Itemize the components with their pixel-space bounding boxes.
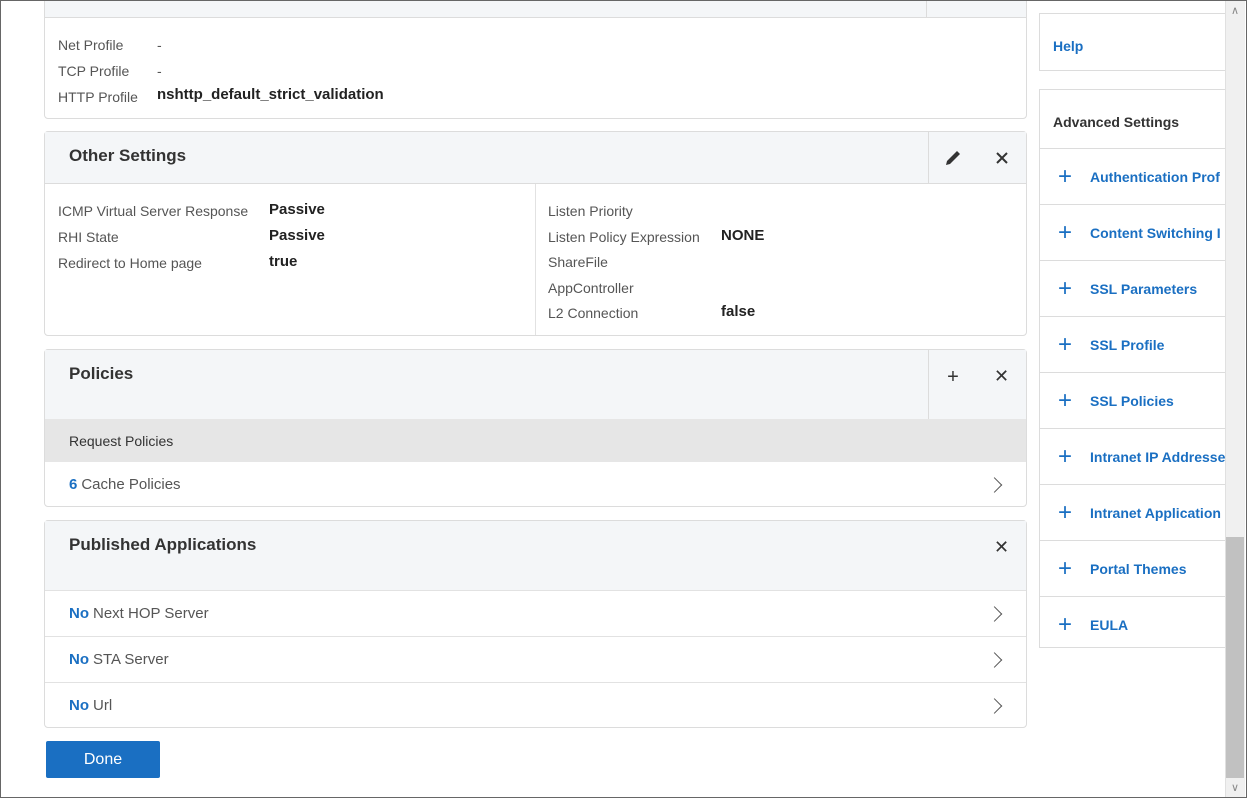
listen-priority-label: Listen Priority — [548, 203, 633, 219]
net-profile-value: - — [157, 37, 162, 53]
published-applications-panel: Published Applications ✕ No Next HOP Ser… — [44, 520, 1027, 728]
tcp-profile-label: TCP Profile — [58, 63, 130, 79]
profiles-panel-header — [45, 0, 1026, 18]
advanced-item-label: SSL Policies — [1090, 392, 1174, 409]
scrollbar-thumb[interactable] — [1226, 537, 1244, 778]
cache-policies-label: Cache Policies — [81, 476, 181, 493]
advanced-item-label: SSL Profile — [1090, 336, 1165, 353]
add-policy-button[interactable]: + — [928, 350, 977, 419]
request-policies-label: Request Policies — [69, 432, 174, 449]
listen-policy-label: Listen Policy Expression — [548, 229, 700, 245]
next-hop-server-label: Next HOP Server — [93, 605, 209, 622]
plus-icon: + — [1058, 554, 1073, 582]
policies-header: Policies + ✕ — [45, 350, 1026, 419]
plus-icon: + — [1058, 218, 1073, 246]
plus-icon: + — [1058, 162, 1073, 190]
chevron-right-icon — [986, 651, 1003, 668]
advanced-settings-box: Advanced Settings + Authentication Prof … — [1039, 89, 1230, 648]
scroll-down-icon[interactable]: ∨ — [1226, 778, 1244, 796]
net-profile-label: Net Profile — [58, 37, 124, 53]
url-row[interactable]: No Url — [45, 682, 1026, 728]
close-icon: ✕ — [993, 366, 1010, 386]
rhi-label: RHI State — [58, 229, 119, 245]
request-policies-subheader: Request Policies — [45, 419, 1026, 462]
icmp-value: Passive — [269, 201, 325, 218]
close-icon: ✕ — [993, 537, 1010, 557]
advanced-item-intranet-applications[interactable]: + Intranet Application — [1040, 484, 1230, 540]
tcp-profile-value: - — [157, 63, 162, 79]
next-hop-server-count: No — [69, 605, 89, 622]
advanced-item-label: Portal Themes — [1090, 560, 1187, 577]
advanced-item-eula[interactable]: + EULA — [1040, 596, 1230, 652]
help-box: Help — [1039, 13, 1229, 71]
plus-icon: + — [1058, 442, 1073, 470]
chevron-right-icon — [986, 476, 1003, 493]
close-button[interactable]: ✕ — [977, 350, 1026, 419]
plus-icon: + — [1058, 498, 1073, 526]
advanced-item-label: SSL Parameters — [1090, 280, 1198, 297]
plus-icon: + — [1058, 610, 1073, 638]
plus-icon: + — [1058, 274, 1073, 302]
advanced-item-portal-themes[interactable]: + Portal Themes — [1040, 540, 1230, 596]
cache-policies-count: 6 — [69, 476, 78, 493]
sta-server-label: STA Server — [93, 651, 169, 668]
advanced-item-authentication-profile[interactable]: + Authentication Prof — [1040, 148, 1230, 204]
icmp-label: ICMP Virtual Server Response — [58, 203, 249, 219]
advanced-item-ssl-policies[interactable]: + SSL Policies — [1040, 372, 1230, 428]
other-settings-header: Other Settings — [45, 132, 1026, 184]
sharefile-label: ShareFile — [548, 254, 608, 270]
appcontroller-label: AppController — [548, 280, 634, 296]
close-button[interactable]: ✕ — [977, 521, 1026, 590]
advanced-item-ssl-parameters[interactable]: + SSL Parameters — [1040, 260, 1230, 316]
scroll-up-icon[interactable]: ∧ — [1226, 1, 1244, 19]
policies-title: Policies — [69, 364, 134, 383]
header-divider — [926, 0, 1026, 17]
plus-icon: + — [1058, 386, 1073, 414]
advanced-item-label: Intranet Application — [1090, 504, 1221, 521]
other-settings-panel: Other Settings ICMP Virtual Server Respo… — [44, 131, 1027, 336]
plus-icon: + — [1058, 330, 1073, 358]
advanced-item-label: Authentication Prof — [1090, 168, 1220, 185]
published-applications-header: Published Applications ✕ — [45, 521, 1026, 590]
advanced-item-label: EULA — [1090, 616, 1129, 633]
redirect-label: Redirect to Home page — [58, 255, 202, 271]
help-link[interactable]: Help — [1053, 38, 1083, 54]
url-label: Url — [93, 697, 113, 714]
other-settings-title: Other Settings — [69, 146, 187, 165]
rhi-value: Passive — [269, 227, 325, 244]
sta-server-count: No — [69, 651, 89, 668]
other-settings-divider — [535, 184, 536, 335]
published-applications-title: Published Applications — [69, 535, 257, 554]
policies-panel: Policies + ✕ Request Policies 6 Cache Po… — [44, 349, 1027, 507]
close-icon — [995, 151, 1008, 164]
advanced-item-ssl-profile[interactable]: + SSL Profile — [1040, 316, 1230, 372]
chevron-right-icon — [986, 605, 1003, 622]
cache-policies-row[interactable]: 6 Cache Policies — [45, 462, 1026, 507]
listen-policy-value: NONE — [721, 227, 765, 244]
redirect-value: true — [269, 253, 298, 270]
pencil-icon — [946, 150, 960, 165]
plus-icon: + — [947, 366, 959, 388]
advanced-settings-title: Advanced Settings — [1053, 114, 1180, 130]
l2-connection-value: false — [721, 303, 756, 320]
profiles-panel: Net Profile - TCP Profile - HTTP Profile… — [44, 0, 1027, 119]
close-button[interactable] — [977, 132, 1026, 183]
chevron-right-icon — [986, 697, 1003, 714]
http-profile-label: HTTP Profile — [58, 89, 138, 105]
next-hop-server-row[interactable]: No Next HOP Server — [45, 590, 1026, 636]
sta-server-row[interactable]: No STA Server — [45, 636, 1026, 682]
advanced-item-label: Intranet IP Addresse — [1090, 448, 1226, 465]
edit-button[interactable] — [928, 132, 977, 183]
http-profile-value: nshttp_default_strict_validation — [157, 86, 384, 103]
url-count: No — [69, 697, 89, 714]
advanced-item-label: Content Switching I — [1090, 224, 1221, 241]
l2-connection-label: L2 Connection — [548, 305, 639, 321]
advanced-item-content-switching[interactable]: + Content Switching I — [1040, 204, 1230, 260]
advanced-item-intranet-ip-addresses[interactable]: + Intranet IP Addresse — [1040, 428, 1230, 484]
done-button[interactable]: Done — [46, 741, 160, 778]
